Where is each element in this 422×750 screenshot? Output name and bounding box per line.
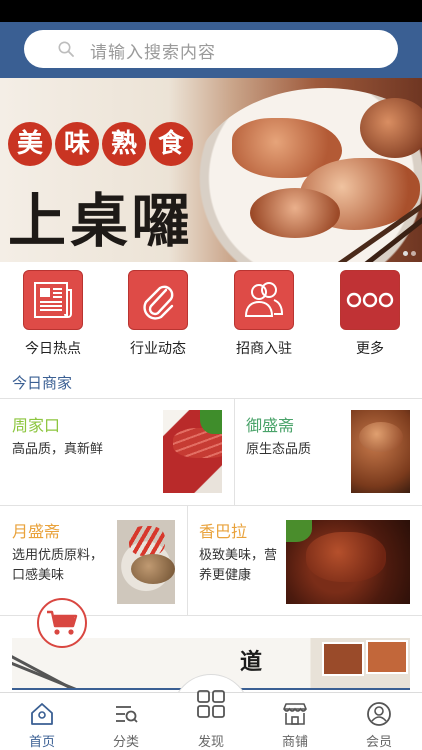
quick-link-more[interactable]: 更多 <box>325 270 415 358</box>
banner-subtitle-char: 食 <box>149 122 193 166</box>
quick-link-icon-box <box>340 270 400 330</box>
banner-food-image <box>250 188 340 238</box>
quick-link-industry-news[interactable]: 行业动态 <box>113 270 203 358</box>
header-bar: 请输入搜索内容 <box>0 22 422 78</box>
tab-label: 会员 <box>365 735 392 750</box>
quick-link-icon-box <box>128 270 188 330</box>
status-bar <box>0 0 422 22</box>
merchant-name: 月盛斋 <box>12 522 61 541</box>
floating-cart-button[interactable] <box>37 598 87 648</box>
merchant-desc: 选用优质原料，口感美味 <box>12 548 104 583</box>
paperclip-icon <box>143 285 174 320</box>
search-icon <box>58 41 74 57</box>
strip-food-image <box>366 640 408 674</box>
divider <box>187 505 188 615</box>
quick-link-join[interactable]: 招商入驻 <box>219 270 309 358</box>
tab-label: 商铺 <box>281 735 308 750</box>
banner-subtitle-char: 美 <box>8 122 52 166</box>
banner-subtitle-char: 味 <box>55 122 99 166</box>
shopping-cart-icon <box>47 610 78 635</box>
quick-links: 今日热点 行业动态 招商入驻 更多 <box>0 262 422 360</box>
quick-link-label: 今日热点 <box>25 341 81 357</box>
banner-headline: 上桌囉 <box>8 187 195 255</box>
tab-category[interactable]: 分类 <box>84 693 168 750</box>
tab-label: 分类 <box>112 735 139 750</box>
quick-link-label: 招商入驻 <box>236 341 292 357</box>
divider <box>0 398 422 399</box>
promo-banner[interactable]: 美 味 熟 食 上桌囉 <box>0 78 422 262</box>
tab-member[interactable]: 会员 <box>337 693 421 750</box>
section-title: 今日商家 <box>12 374 73 392</box>
home-icon <box>31 703 53 725</box>
merchant-name: 香巴拉 <box>199 522 248 541</box>
divider <box>234 398 235 505</box>
quick-link-label: 行业动态 <box>130 341 186 357</box>
quick-link-label: 更多 <box>356 341 384 357</box>
merchant-name: 周家口 <box>12 416 61 435</box>
carousel-indicator[interactable] <box>403 251 416 256</box>
promo-strip-text: 道 <box>240 649 263 675</box>
merchant-thumbnail <box>117 520 175 604</box>
merchant-name: 御盛斋 <box>246 416 295 435</box>
banner-subtitle: 美 味 熟 食 <box>8 122 193 166</box>
users-icon <box>244 282 284 317</box>
merchant-thumbnail <box>286 520 410 604</box>
merchant-desc: 原生态品质 <box>246 442 312 457</box>
bottom-tab-bar: 首页 分类 发现 商铺 会员 <box>0 690 422 750</box>
merchant-desc: 高品质，真新鲜 <box>12 442 104 457</box>
strip-food-image <box>322 642 364 676</box>
banner-food-image <box>360 98 422 158</box>
more-dots-icon <box>346 292 394 308</box>
search-input[interactable]: 请输入搜索内容 <box>24 30 398 68</box>
merchant-desc: 极致美味，营养更健康 <box>199 548 278 583</box>
tab-home[interactable]: 首页 <box>0 693 84 750</box>
grid-icon <box>197 690 225 718</box>
quick-link-icon-box <box>234 270 294 330</box>
carousel-dot[interactable] <box>411 251 416 256</box>
divider <box>0 505 422 506</box>
carousel-dot[interactable] <box>403 251 408 256</box>
merchant-thumbnail <box>163 410 222 493</box>
category-list-icon <box>116 706 138 723</box>
storefront-icon <box>283 703 307 725</box>
tab-label: 发现 <box>197 735 224 750</box>
quick-link-hot-news[interactable]: 今日热点 <box>8 270 98 358</box>
merchant-thumbnail <box>351 410 410 493</box>
tab-discover[interactable]: 发现 <box>169 690 253 750</box>
quick-link-icon-box <box>23 270 83 330</box>
tab-label: 首页 <box>28 735 55 750</box>
search-placeholder: 请输入搜索内容 <box>90 43 216 63</box>
banner-subtitle-char: 熟 <box>102 122 146 166</box>
newspaper-icon <box>34 282 72 318</box>
user-icon <box>367 702 391 726</box>
tab-shop[interactable]: 商铺 <box>253 693 337 750</box>
